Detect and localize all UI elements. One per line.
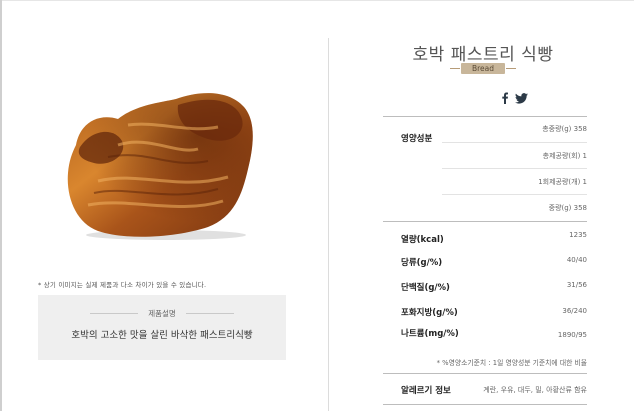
description-panel: 제품설명 호박의 고소한 맛을 살린 바삭한 패스트리식빵 bbox=[38, 295, 286, 360]
nutrient-label-sodium: 나트륨(mg/%) bbox=[401, 329, 459, 339]
serving-total-weight: 총중량(g) 358 bbox=[542, 125, 587, 133]
product-image bbox=[67, 93, 253, 240]
serving-rule bbox=[442, 194, 587, 195]
product-title: 호박 패스트리 식빵 bbox=[412, 45, 554, 65]
nutrient-label-protein: 단백질(g/%) bbox=[401, 283, 450, 293]
nutrient-label-kcal: 열량(kcal) bbox=[401, 235, 444, 245]
serving-weight: 중량(g) 358 bbox=[548, 204, 587, 212]
table-top-rule bbox=[383, 116, 587, 117]
page-top-border bbox=[0, 0, 634, 1]
nutrient-value-kcal: 1235 bbox=[569, 231, 587, 239]
facebook-icon[interactable] bbox=[500, 92, 509, 104]
nutrient-value-protein: 31/56 bbox=[566, 281, 587, 289]
twitter-icon[interactable] bbox=[515, 92, 528, 104]
table-mid-rule bbox=[383, 221, 587, 222]
category-line-left bbox=[450, 68, 460, 69]
nutrient-value-sodium: 1890/95 bbox=[557, 331, 587, 339]
nutrient-value-sugar: 40/40 bbox=[566, 256, 587, 264]
column-divider bbox=[328, 38, 329, 411]
social-share bbox=[500, 92, 528, 104]
category-badge: Bread bbox=[461, 63, 505, 74]
allergy-label: 알레르기 정보 bbox=[401, 386, 451, 396]
serving-rule bbox=[442, 142, 587, 143]
image-disclaimer: * 상기 이미지는 실제 제품과 다소 차이가 있을 수 있습니다. bbox=[38, 281, 207, 289]
description-rule-right bbox=[186, 313, 234, 314]
allergy-top-rule bbox=[383, 373, 587, 374]
allergy-bottom-rule bbox=[383, 404, 587, 405]
serving-per-piece: 1회제공량(개) 1 bbox=[538, 178, 587, 186]
nutrient-label-sugar: 당류(g/%) bbox=[401, 258, 443, 268]
description-label: 제품설명 bbox=[148, 309, 176, 318]
serving-rule bbox=[442, 168, 587, 169]
nutrition-footnote: * %영양소기준치 : 1일 영양성분 기준치에 대한 비율 bbox=[436, 359, 587, 367]
serving-total-count: 총제공량(회) 1 bbox=[542, 152, 587, 160]
allergy-value: 계란, 우유, 대두, 밀, 아황산류 함유 bbox=[483, 386, 587, 394]
nutrient-label-satfat: 포화지방(g/%) bbox=[401, 308, 458, 318]
nutrition-section-label: 영양성분 bbox=[401, 134, 433, 144]
description-text: 호박의 고소한 맛을 살린 바삭한 패스트리식빵 bbox=[71, 330, 253, 341]
page-left-border bbox=[0, 0, 2, 411]
nutrient-value-satfat: 36/240 bbox=[562, 307, 587, 315]
category-line-right bbox=[506, 68, 516, 69]
category-tag: Bread bbox=[450, 63, 516, 74]
